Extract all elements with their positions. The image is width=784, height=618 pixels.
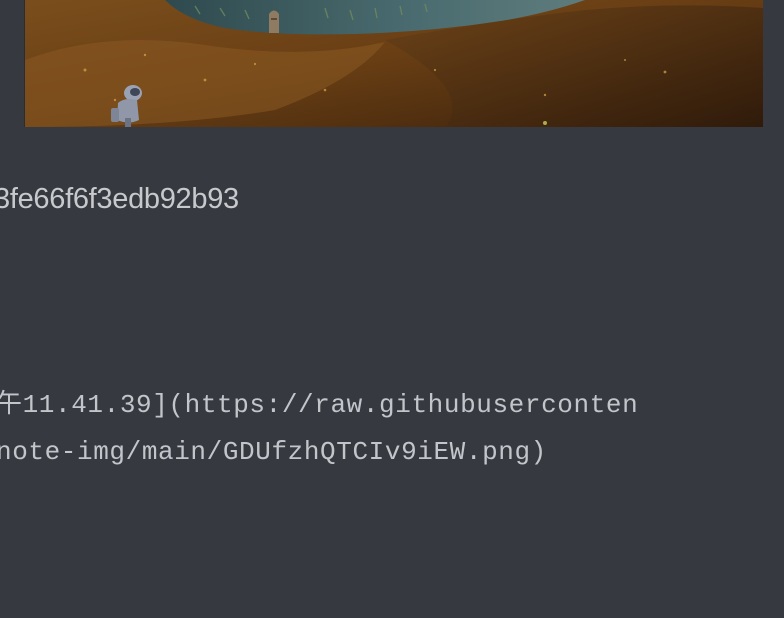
editor-pane[interactable]: 3fe66f6f3edb92b93 午11.41.39](https://raw… [0, 0, 784, 618]
landscape-illustration [25, 0, 763, 127]
commit-hash-text[interactable]: 3fe66f6f3edb92b93 [0, 183, 239, 216]
markdown-image-link-line[interactable]: 午11.41.39](https://raw.githubuserconten [0, 383, 638, 420]
image-preview[interactable] [24, 0, 763, 127]
markdown-image-link-line[interactable]: note-img/main/GDUfzhQTCIv9iEW.png) [0, 437, 547, 467]
